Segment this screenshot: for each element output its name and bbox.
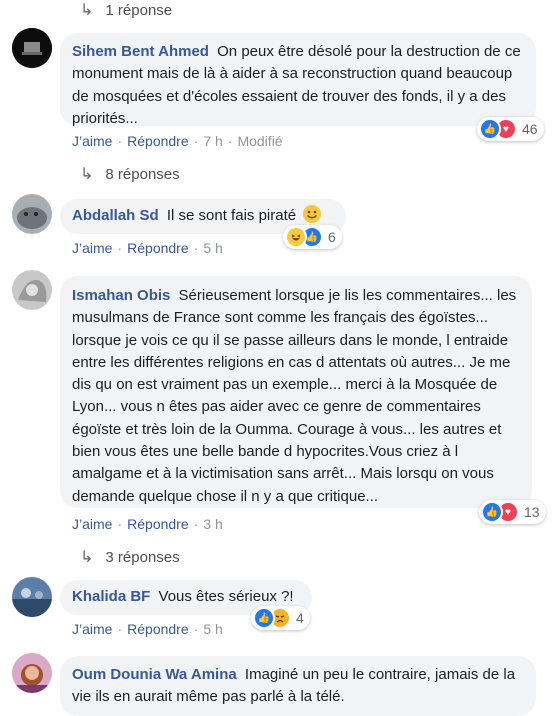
like-icon: 👍 <box>253 607 275 629</box>
reply-button[interactable]: Répondre <box>127 133 189 149</box>
avatar[interactable] <box>12 194 52 234</box>
separator: · <box>117 240 123 256</box>
timestamp[interactable]: 5 h <box>203 621 222 637</box>
comment-author-link[interactable]: Khalida BF <box>72 588 150 605</box>
like-icon: 👍 <box>479 118 501 140</box>
separator: · <box>117 621 123 637</box>
like-button[interactable]: J’aime <box>72 240 112 256</box>
separator: · <box>193 516 199 532</box>
comment-bubble: Sihem Bent Ahmed On peux être désolé pou… <box>60 33 536 127</box>
comment-author-link[interactable]: Abdallah Sd <box>72 207 159 224</box>
like-button[interactable]: J’aime <box>72 133 112 149</box>
avatar-image <box>12 194 52 234</box>
view-replies-link[interactable]: ↳ 8 réponses <box>80 163 180 185</box>
like-button[interactable]: J’aime <box>72 621 112 637</box>
separator: · <box>193 240 199 256</box>
reply-button[interactable]: Répondre <box>127 621 189 637</box>
smile-emoji-icon <box>303 205 322 223</box>
comment-text: Sérieusement lorsque je lis les commenta… <box>72 287 517 505</box>
reply-arrow-icon: ↳ <box>80 2 94 19</box>
like-icon: 👍 <box>481 501 503 523</box>
reply-arrow-icon: ↳ <box>80 549 94 566</box>
reaction-count: 13 <box>524 504 540 520</box>
comment-actions: J’aime · Répondre · 5 h <box>72 239 223 257</box>
avatar-image <box>12 28 52 68</box>
comment-text: Il se sont fais piraté <box>166 207 297 224</box>
reaction-count: 6 <box>328 229 336 245</box>
replies-count-label: 1 réponse <box>105 1 173 19</box>
comment-author-link[interactable]: Ismahan Obis <box>72 287 170 304</box>
timestamp[interactable]: 3 h <box>203 516 222 532</box>
comment-bubble: Oum Dounia Wa Amina Imaginé un peu le co… <box>60 656 536 716</box>
view-replies-link[interactable]: ↳ 3 réponses <box>80 546 180 568</box>
separator: · <box>193 133 199 149</box>
comment-actions: J’aime · Répondre · 3 h <box>72 515 223 533</box>
reaction-summary[interactable]: 👍 ♥ 46 <box>477 117 544 141</box>
edited-label[interactable]: Modifié <box>237 133 282 149</box>
comment-actions: J’aime · Répondre · 7 h · Modifié <box>72 132 283 150</box>
replies-count-label: 8 réponses <box>105 165 180 183</box>
avatar-image <box>12 653 52 693</box>
timestamp[interactable]: 7 h <box>203 133 222 149</box>
avatar-image <box>12 577 52 617</box>
reaction-summary[interactable]: 👍 6 <box>283 225 342 249</box>
reaction-summary[interactable]: 👍 4 <box>251 606 310 630</box>
reply-button[interactable]: Répondre <box>127 516 189 532</box>
separator: · <box>117 133 123 149</box>
avatar[interactable] <box>12 653 52 693</box>
reply-arrow-icon: ↳ <box>80 166 94 183</box>
reaction-summary[interactable]: 👍 ♥ 13 <box>479 500 546 524</box>
separator: · <box>227 133 233 149</box>
view-replies-link[interactable]: ↳ 1 réponse <box>80 0 172 21</box>
avatar-image <box>12 270 52 310</box>
like-button[interactable]: J’aime <box>72 516 112 532</box>
comment-bubble: Ismahan Obis Sérieusement lorsque je lis… <box>60 276 532 508</box>
reaction-count: 4 <box>296 610 304 626</box>
separator: · <box>193 621 199 637</box>
avatar[interactable] <box>12 577 52 617</box>
comment-author-link[interactable]: Sihem Bent Ahmed <box>72 43 209 60</box>
avatar[interactable] <box>12 270 52 310</box>
separator: · <box>117 516 123 532</box>
replies-count-label: 3 réponses <box>105 548 180 566</box>
haha-icon <box>285 226 307 248</box>
timestamp[interactable]: 5 h <box>203 240 222 256</box>
comment-actions: J’aime · Répondre · 5 h <box>72 620 223 638</box>
comment-text: Vous êtes sérieux ?! <box>158 588 294 605</box>
reaction-count: 46 <box>522 121 538 137</box>
avatar[interactable] <box>12 28 52 68</box>
comment-author-link[interactable]: Oum Dounia Wa Amina <box>72 666 237 683</box>
reply-button[interactable]: Répondre <box>127 240 189 256</box>
